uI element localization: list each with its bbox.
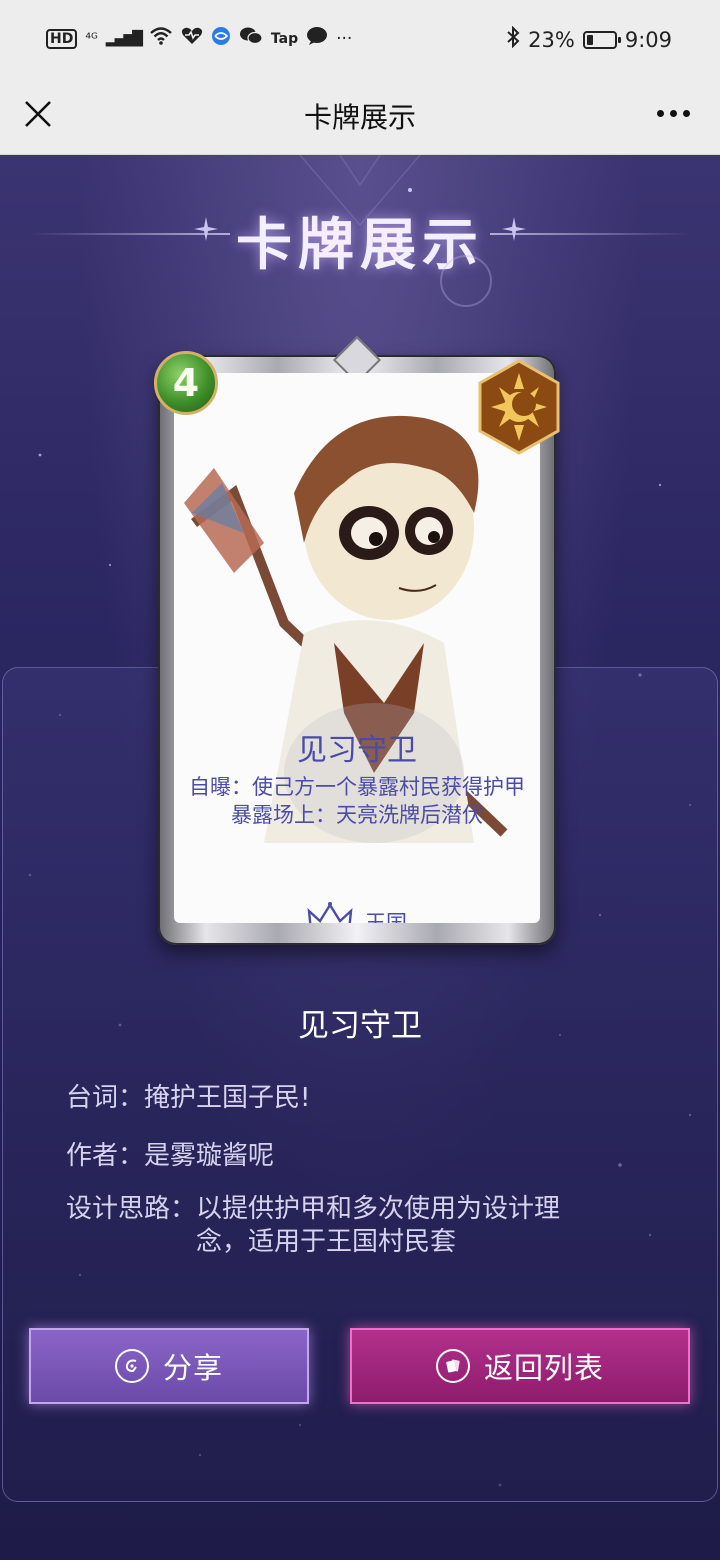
status-icons-right: 23% 9:09 xyxy=(506,25,672,53)
nav-title: 卡牌展示 xyxy=(303,101,416,134)
more-options-icon[interactable] xyxy=(657,110,690,117)
design-row: 设计思路：以提供护甲和多次使用为设计理念，适用于王国村民套 xyxy=(66,1193,626,1259)
card-face: 见习守卫 自曝：使己方一个暴露村民获得护甲 暴露场上：天亮洗牌后潜伏 王国 xyxy=(174,373,540,923)
back-button-label: 返回列表 xyxy=(483,1351,604,1385)
status-icons-left: HD ⁴ᴳ ▂▄▆█ Tap ··· xyxy=(46,26,352,51)
card-description: 自曝：使己方一个暴露村民获得护甲 暴露场上：天亮洗牌后潜伏 xyxy=(189,775,525,827)
signal-icon: ▂▄▆█ xyxy=(105,30,143,47)
quote-label: 台词： xyxy=(66,1083,145,1113)
share-button[interactable]: 分享 xyxy=(29,1328,309,1404)
card-cost-badge: 4 xyxy=(154,351,218,415)
share-icon xyxy=(114,1349,149,1383)
message-icon xyxy=(306,26,328,51)
wifi-icon xyxy=(149,26,173,51)
clock: 9:09 xyxy=(624,27,672,52)
battery-percent: 23% xyxy=(528,27,575,52)
network-4g-icon: ⁴ᴳ xyxy=(85,30,98,47)
main-content: 卡牌展示 见习守卫 自曝：使己方一个暴露村民获得护甲 暴露场上：天亮洗牌后潜伏 … xyxy=(0,155,720,1560)
more-notifications-icon: ··· xyxy=(336,28,353,49)
battery-level xyxy=(586,34,593,45)
author-row: 作者：是雾璇酱呢 xyxy=(66,1135,274,1172)
back-to-list-button[interactable]: 返回列表 xyxy=(350,1328,690,1404)
card-name: 见习守卫 xyxy=(297,733,417,768)
card-faction: 王国 xyxy=(174,901,540,923)
browser-icon xyxy=(211,26,231,51)
share-button-label: 分享 xyxy=(162,1351,223,1385)
faction-label: 王国 xyxy=(365,911,407,923)
card-title: 见习守卫 xyxy=(298,1008,422,1044)
tap-icon: Tap xyxy=(270,30,299,47)
author-value: 是雾璇酱呢 xyxy=(144,1141,275,1171)
bluetooth-icon xyxy=(506,25,520,53)
author-label: 作者： xyxy=(66,1141,145,1171)
page-header-title: 卡牌展示 xyxy=(236,213,484,278)
quote-value: 掩护王国子民! xyxy=(144,1083,311,1113)
sun-moon-icon xyxy=(476,359,562,455)
header-emblem-icon xyxy=(440,255,492,307)
nav-bar: 卡牌展示 xyxy=(0,80,720,155)
heart-icon xyxy=(181,26,203,51)
crown-icon xyxy=(307,901,353,923)
hd-indicator: HD xyxy=(46,28,78,49)
battery-icon xyxy=(582,30,621,49)
design-value: 以提供护甲和多次使用为设计理念，适用于王国村民套 xyxy=(196,1194,561,1257)
cards-icon xyxy=(435,1349,470,1383)
card-display: 见习守卫 自曝：使己方一个暴露村民获得护甲 暴露场上：天亮洗牌后潜伏 王国 4 xyxy=(154,335,560,945)
wechat-icon xyxy=(239,26,263,51)
status-bar: HD ⁴ᴳ ▂▄▆█ Tap ··· 23% 9:09 xyxy=(0,0,720,80)
design-label: 设计思路： xyxy=(66,1194,197,1224)
quote-row: 台词：掩护王国子民! xyxy=(66,1077,310,1114)
